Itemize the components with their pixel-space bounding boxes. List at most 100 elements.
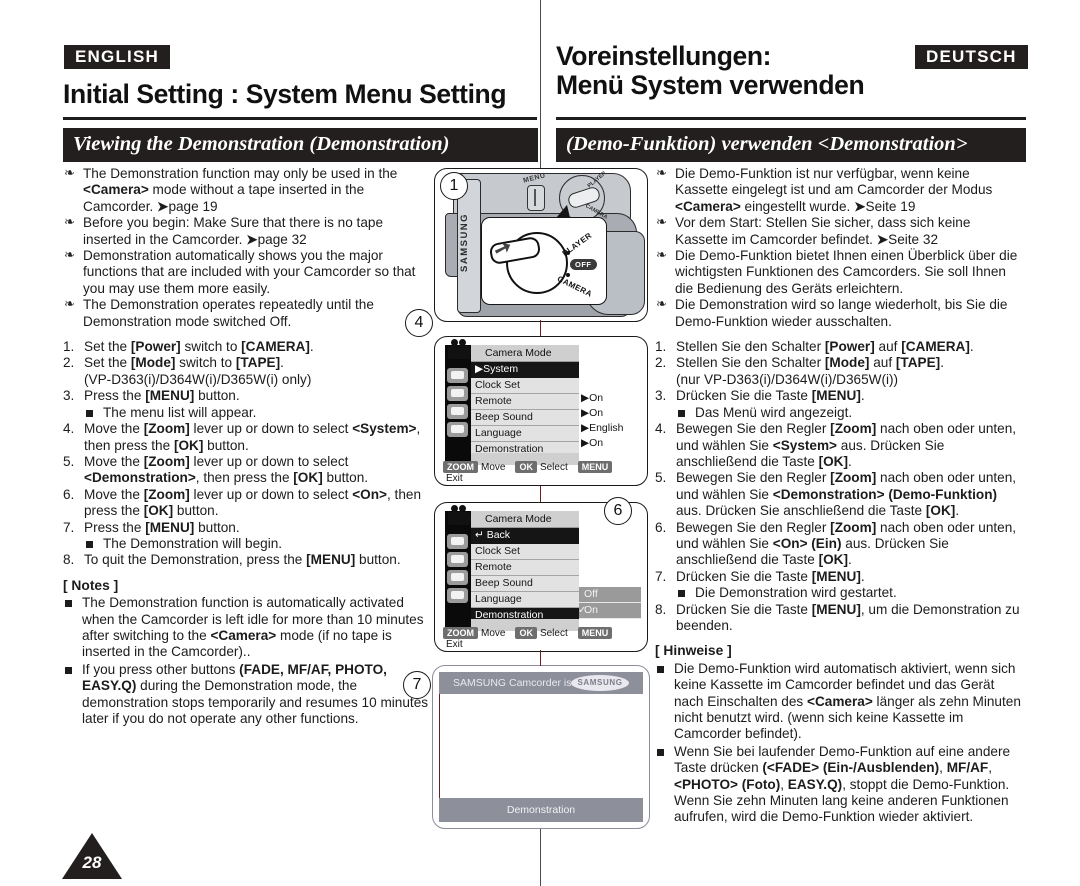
- lcd-inner-2: Camera Mode ↵ Back Clock Set Remote Beep…: [443, 505, 641, 650]
- page-title-line1: Voreinstellungen:: [556, 41, 772, 71]
- record-icon: [447, 534, 468, 549]
- step-number: 6.: [655, 519, 667, 535]
- step-number: 3.: [655, 388, 667, 404]
- menu-grid-1: Camera Mode ▶System Clock Set Remote Bee…: [443, 339, 639, 465]
- figure-marker-6: 6: [604, 497, 632, 525]
- camera-brand-label: SAMSUNG: [459, 212, 470, 272]
- list-item: ❧ Die Demonstration wird so lange wiederh…: [656, 296, 1008, 329]
- submenu-option-off[interactable]: Off: [579, 587, 641, 603]
- demo-caption-bar: Demonstration: [439, 798, 643, 822]
- menu-key-label: Exit: [446, 639, 463, 650]
- camcorder-body-icon: [448, 346, 475, 359]
- substep-text: Das Menü wird angezeigt.: [695, 404, 853, 420]
- record-glyph: [451, 371, 464, 379]
- reel-icon-right: [459, 505, 466, 512]
- bullet-text: Demonstration automatically shows you th…: [83, 248, 416, 296]
- step-number: 8.: [655, 601, 667, 617]
- step-number: 5.: [655, 470, 667, 486]
- step-number: 1.: [655, 339, 667, 355]
- record-icon: [447, 368, 468, 383]
- ok-key-badge: OK: [515, 627, 537, 639]
- step-number: 3.: [63, 388, 75, 404]
- camcorder-body-icon: [448, 512, 475, 525]
- square-bullet-icon: [86, 409, 93, 417]
- menu-item-language[interactable]: Language: [471, 592, 579, 608]
- zoom-key-badge: ZOOM: [443, 461, 478, 473]
- list-item: 6. Bewegen Sie den Regler [Zoom] nach obe…: [655, 519, 1017, 568]
- step-number: 7.: [63, 519, 75, 535]
- dial-label-player: PLAYER: [560, 230, 594, 259]
- camera-glyph: [451, 389, 464, 397]
- list-item: ❧ Die Demo-Funktion ist nur verfügbar, we…: [656, 165, 993, 214]
- square-bullet-icon: [65, 666, 72, 674]
- title-rule-deutsch: [556, 117, 1026, 120]
- list-item: 1. Set the [Power] switch to [CAMERA].: [63, 339, 314, 355]
- figure-connector-2: [540, 486, 541, 502]
- deutsch-step-list: 1. Stellen Sie den Schalter [Power] auf […: [655, 339, 1023, 634]
- camcorder-icon: [445, 505, 475, 529]
- step-number: 7.: [655, 568, 667, 584]
- list-item: 3. Drücken Sie die Taste [MENU]. Das Menü…: [655, 388, 1023, 421]
- figure-marker-7: 7: [403, 671, 431, 699]
- list-item: 6. Move the [Zoom] lever up or down to se…: [63, 486, 422, 519]
- menu-grid-2: Camera Mode ↵ Back Clock Set Remote Beep…: [443, 505, 641, 631]
- step-number: 5.: [63, 453, 75, 469]
- clover-bullet-icon: ❧: [64, 296, 75, 312]
- substep-text: Die Demonstration wird gestartet.: [695, 585, 897, 601]
- menu-item-clock-set[interactable]: Clock Set: [471, 378, 579, 394]
- reel-icon-left: [451, 339, 458, 346]
- substep: The Demonstration will begin.: [84, 536, 435, 552]
- step-number: 1.: [63, 339, 75, 355]
- square-bullet-icon: [678, 590, 685, 598]
- list-item: Die Demo-Funktion wird automatisch aktiv…: [655, 661, 1023, 743]
- list-item: 5. Bewegen Sie den Regler [Zoom] nach obe…: [655, 470, 1017, 519]
- display-icon: [447, 404, 468, 419]
- menu-item-system[interactable]: ▶System: [471, 362, 579, 378]
- value-language: ▶English: [581, 422, 624, 434]
- menu-item-remote[interactable]: Remote: [471, 394, 579, 410]
- section-title-english: Viewing the Demonstration (Demonstration…: [63, 128, 538, 162]
- lcd-demonstration-screen: SAMSUNG Camcorder is... SAMSUNG Demonstr…: [432, 665, 650, 829]
- list-item: ❧ Vor dem Start: Stellen Sie sicher, dass…: [656, 214, 971, 247]
- page-title-deutsch: Voreinstellungen: Menü System verwenden: [556, 42, 1026, 99]
- list-item: 7. Drücken Sie die Taste [MENU]. Die Demo…: [655, 569, 1023, 602]
- page-title-english: Initial Setting : System Menu Setting: [63, 79, 507, 109]
- display-icon: [447, 570, 468, 585]
- step-number: 2.: [655, 355, 667, 371]
- zoom-key-label: Move: [481, 627, 506, 639]
- dial-dot-camera: [566, 273, 570, 277]
- deutsch-bullet-list: ❧ Die Demo-Funktion ist nur verfügbar, we…: [655, 165, 1023, 330]
- menu-item-remote[interactable]: Remote: [471, 560, 579, 576]
- menu-key-badge: MENU: [577, 627, 613, 639]
- figure-marker-4: 4: [405, 309, 433, 337]
- camera-mode-icon: [447, 386, 468, 401]
- clover-bullet-icon: ❧: [656, 247, 667, 263]
- camera-menu-button[interactable]: [527, 185, 545, 211]
- gear-icon: [447, 422, 468, 437]
- bullet-text: The Demonstration operates repeatedly un…: [83, 297, 374, 329]
- menu-item-beep-sound[interactable]: Beep Sound: [471, 576, 579, 592]
- list-item: 2. Set the [Mode] switch to [TAPE]. (VP-D3…: [63, 355, 312, 387]
- menu-item-beep-sound[interactable]: Beep Sound: [471, 410, 579, 426]
- camera-glyph: [451, 555, 464, 563]
- menu-title-2: Camera Mode: [471, 511, 579, 528]
- lcd-legend-2: ZOOM Move OK Select MENU Exit: [443, 627, 639, 650]
- record-glyph: [451, 537, 464, 545]
- samsung-logo: SAMSUNG: [571, 675, 629, 691]
- menu-item-back[interactable]: ↵ Back: [471, 528, 579, 544]
- page-title-line2: Menü System verwenden: [556, 69, 865, 100]
- menu-item-language[interactable]: Language: [471, 426, 579, 442]
- camcorder-icon: [445, 339, 475, 363]
- list-item: 7. Press the [MENU] button. The Demonstra…: [63, 520, 435, 553]
- menu-item-clock-set[interactable]: Clock Set: [471, 544, 579, 560]
- square-bullet-icon: [678, 409, 685, 417]
- english-step-list: 1. Set the [Power] switch to [CAMERA]. 2.…: [63, 339, 435, 569]
- list-item: 2. Stellen Sie den Schalter [Mode] auf [T…: [655, 355, 944, 387]
- submenu-option-on[interactable]: ✓ On: [578, 603, 641, 619]
- demo-viewport: [439, 694, 643, 798]
- gear-glyph: [451, 425, 464, 433]
- value-beep-sound: ▶On: [581, 407, 604, 419]
